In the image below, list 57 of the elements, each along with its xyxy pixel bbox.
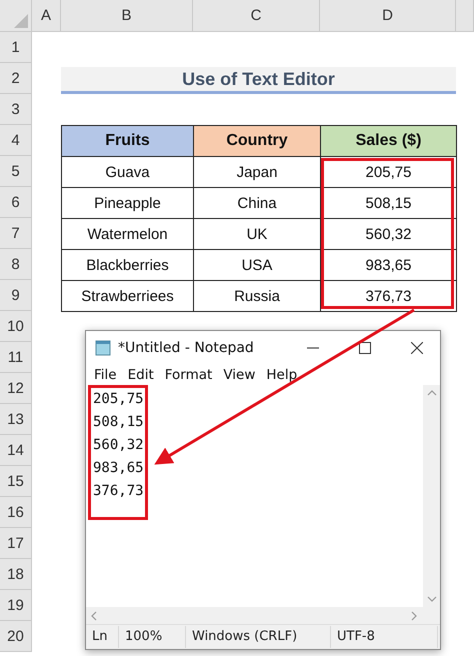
row-header[interactable]: 9 bbox=[0, 280, 32, 311]
table-cell: Strawberriees bbox=[61, 280, 194, 312]
scroll-left-icon[interactable] bbox=[90, 610, 98, 620]
triangle-icon bbox=[14, 14, 28, 28]
notepad-icon bbox=[94, 339, 112, 357]
text-line: 508,15 bbox=[93, 413, 144, 432]
row-header[interactable]: 1 bbox=[0, 32, 32, 63]
text-line: 560,32 bbox=[93, 436, 144, 455]
column-header[interactable] bbox=[456, 0, 474, 32]
table-header-cell: Country bbox=[193, 125, 321, 157]
column-header[interactable]: C bbox=[193, 0, 320, 32]
status-text: Windows (CRLF) bbox=[186, 626, 331, 648]
row-header[interactable]: 14 bbox=[0, 435, 32, 466]
row-header[interactable]: 18 bbox=[0, 559, 32, 590]
column-header[interactable]: D bbox=[320, 0, 456, 32]
status-text: UTF-8 bbox=[331, 626, 438, 648]
text-line: 376,73 bbox=[93, 482, 144, 501]
row-header[interactable]: 7 bbox=[0, 218, 32, 249]
status-text: 100% bbox=[119, 626, 186, 648]
text-line: 205,75 bbox=[93, 390, 144, 409]
vertical-scrollbar[interactable] bbox=[423, 385, 440, 607]
scroll-right-icon[interactable] bbox=[410, 610, 418, 620]
menu-item[interactable]: File bbox=[94, 367, 117, 383]
maximize-icon bbox=[359, 342, 371, 354]
table-header-cell: Fruits bbox=[61, 125, 194, 157]
row-header[interactable]: 17 bbox=[0, 528, 32, 559]
scroll-down-icon[interactable] bbox=[426, 595, 436, 603]
close-icon bbox=[411, 342, 423, 354]
window-title: *Untitled - Notepad bbox=[118, 340, 255, 356]
row-header[interactable]: 13 bbox=[0, 404, 32, 435]
select-all-corner[interactable] bbox=[0, 0, 32, 32]
menu-item[interactable]: Edit bbox=[128, 367, 154, 383]
row-header[interactable]: 10 bbox=[0, 311, 32, 342]
row-header[interactable]: 2 bbox=[0, 63, 32, 94]
row-header[interactable]: 3 bbox=[0, 94, 32, 125]
row-header[interactable]: 5 bbox=[0, 156, 32, 187]
menu-item[interactable]: View bbox=[223, 367, 256, 383]
row-header[interactable]: 19 bbox=[0, 590, 32, 621]
row-header[interactable]: 20 bbox=[0, 621, 32, 652]
table-header-cell: Sales ($) bbox=[320, 125, 457, 157]
row-header[interactable]: 4 bbox=[0, 125, 32, 156]
menu-item[interactable]: Help bbox=[266, 367, 298, 383]
horizontal-scrollbar[interactable] bbox=[86, 607, 440, 624]
scroll-up-icon[interactable] bbox=[426, 389, 436, 397]
row-header[interactable]: 15 bbox=[0, 466, 32, 497]
sheet-title: Use of Text Editor bbox=[61, 67, 456, 94]
row-header[interactable]: 6 bbox=[0, 187, 32, 218]
row-header[interactable]: 16 bbox=[0, 497, 32, 528]
column-header[interactable]: A bbox=[32, 0, 61, 32]
text-line: 983,65 bbox=[93, 459, 144, 478]
menu-item[interactable]: Format bbox=[164, 367, 212, 383]
column-header[interactable]: B bbox=[61, 0, 193, 32]
status-text: Ln bbox=[86, 626, 119, 648]
row-header[interactable]: 8 bbox=[0, 249, 32, 280]
row-header[interactable]: 11 bbox=[0, 342, 32, 373]
table-cell: 376,73 bbox=[320, 280, 457, 312]
row-header[interactable]: 12 bbox=[0, 373, 32, 404]
